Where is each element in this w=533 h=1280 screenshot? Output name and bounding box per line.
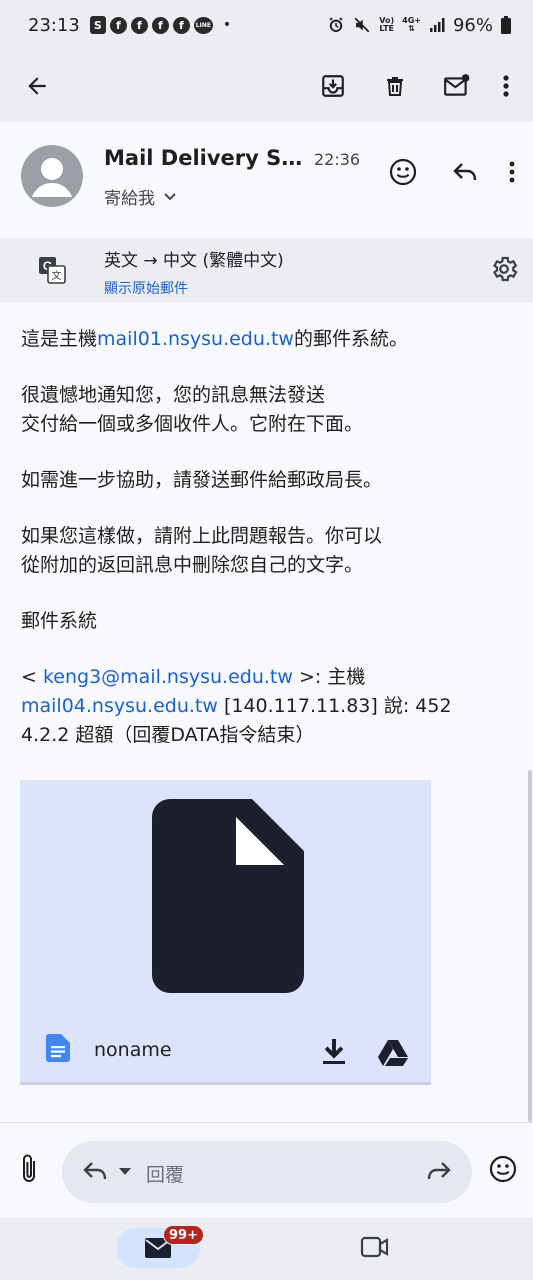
- translate-bar: G 文 英文 → 中文 (繁體中文) 顯示原始郵件: [0, 238, 533, 302]
- status-left: 23:13 S f f f f LINE •: [28, 15, 231, 36]
- attachment-footer: noname: [20, 1026, 431, 1082]
- status-right: Vo) LTE 4G+ ⇅ 96%: [327, 15, 511, 36]
- caret-down-icon[interactable]: [118, 1167, 132, 1176]
- body-text: 如果您這樣做，請附上此問題報告。你可以: [21, 525, 383, 547]
- doc-icon: [46, 1034, 70, 1062]
- mark-unread-icon[interactable]: [431, 64, 483, 108]
- reply-input[interactable]: 回覆: [62, 1141, 472, 1203]
- reply-placeholder: 回覆: [146, 1164, 185, 1186]
- email-link[interactable]: keng3@mail.nsysu.edu.tw: [43, 666, 293, 688]
- forward-icon[interactable]: [426, 1160, 452, 1182]
- facebook-icon: f: [151, 16, 169, 34]
- line-icon: LINE: [193, 16, 213, 34]
- body-text: 這是主機: [21, 328, 98, 350]
- message-body: 這是主機mail01.nsysu.edu.tw的郵件系統。 很遺憾地通知您，您的…: [21, 325, 511, 777]
- more-vert-icon[interactable]: [501, 150, 523, 194]
- message-time: 22:36: [314, 150, 361, 169]
- message-actions: [377, 150, 523, 194]
- body-text: 很遺憾地通知您，您的訊息無法發送: [21, 384, 326, 406]
- attachment-card[interactable]: noname: [20, 780, 431, 1085]
- body-paragraph: 如果您這樣做，請附上此問題報告。你可以 從附加的返回訊息中刪除您自己的文字。: [21, 522, 511, 580]
- recipient-label: 寄給我: [104, 189, 155, 209]
- body-paragraph: 郵件系統: [21, 607, 511, 636]
- svg-text:文: 文: [52, 269, 62, 282]
- reply-icon[interactable]: [82, 1160, 108, 1182]
- data-indicator: 4G+ ⇅: [402, 16, 421, 33]
- volte-indicator: Vo) LTE: [379, 16, 395, 33]
- battery-icon: [501, 16, 511, 34]
- host-link[interactable]: mail01.nsysu.edu.tw: [97, 328, 294, 350]
- status-time: 23:13: [28, 14, 80, 36]
- recipient-toggle[interactable]: 寄給我: [104, 184, 177, 209]
- body-text: 4.2.2 超額（回覆DATA指令結束）: [21, 724, 315, 746]
- body-text: 交付給一個或多個收件人。它附在下面。: [21, 413, 364, 435]
- download-icon[interactable]: [318, 1032, 350, 1072]
- avatar[interactable]: [21, 145, 83, 207]
- host-link[interactable]: mail04.nsysu.edu.tw: [21, 695, 218, 717]
- paperclip-icon[interactable]: [18, 1153, 40, 1185]
- body-text: 從附加的返回訊息中刪除您自己的文字。: [21, 554, 364, 576]
- shopee-icon: S: [89, 16, 106, 34]
- body-text: >: 主機: [292, 666, 366, 688]
- facebook-icon: f: [130, 16, 148, 34]
- facebook-icon: f: [172, 16, 190, 34]
- show-original-link[interactable]: 顯示原始郵件: [104, 278, 188, 298]
- google-translate-icon: G 文: [38, 256, 66, 284]
- status-bar: 23:13 S f f f f LINE • Vo) LTE 4G+ ⇅ 96%: [0, 0, 533, 50]
- bottom-nav: 99+: [0, 1218, 533, 1280]
- mute-icon: [353, 16, 371, 34]
- back-arrow-icon[interactable]: [20, 66, 54, 106]
- drive-icon[interactable]: [376, 1033, 410, 1073]
- signal-icon: [429, 17, 445, 33]
- archive-icon[interactable]: [307, 64, 359, 108]
- emoji-icon[interactable]: [489, 1155, 517, 1183]
- body-paragraph: 如需進一步協助，請發送郵件給郵政局長。: [21, 466, 511, 495]
- message-header: Mail Delivery System 22:36 寄給我: [0, 122, 533, 238]
- attachment-name: noname: [94, 1039, 172, 1061]
- gear-icon[interactable]: [489, 254, 519, 284]
- body-text: [140.117.11.83] 說: 452: [217, 695, 452, 717]
- body-paragraph: < keng3@mail.nsysu.edu.tw >: 主機 mail04.n…: [21, 663, 511, 750]
- facebook-icon: f: [109, 16, 127, 34]
- more-vert-icon[interactable]: [493, 64, 519, 108]
- body-text: 如需進一步協助，請發送郵件給郵政局長。: [21, 469, 383, 491]
- delete-icon[interactable]: [369, 64, 421, 108]
- app-bar: [0, 50, 533, 122]
- unread-badge: 99+: [163, 1225, 204, 1245]
- battery-percent: 96%: [452, 14, 493, 36]
- body-text: 郵件系統: [21, 610, 98, 632]
- body-text: 的郵件系統。: [293, 328, 408, 350]
- reply-icon[interactable]: [439, 150, 491, 194]
- scrollbar[interactable]: [528, 770, 532, 1122]
- body-text: <: [21, 666, 43, 688]
- sender-name[interactable]: Mail Delivery System: [104, 146, 310, 170]
- emoji-icon[interactable]: [377, 150, 429, 194]
- file-icon: [148, 799, 304, 993]
- body-paragraph: 這是主機mail01.nsysu.edu.tw的郵件系統。: [21, 325, 511, 354]
- meet-icon[interactable]: [360, 1236, 390, 1258]
- body-paragraph: 很遺憾地通知您，您的訊息無法發送 交付給一個或多個收件人。它附在下面。: [21, 381, 511, 439]
- chevron-down-icon: [163, 192, 177, 202]
- more-notifications-dot: •: [222, 17, 232, 33]
- translate-languages: 英文 → 中文 (繁體中文): [104, 251, 284, 271]
- app-bar-actions: [307, 64, 519, 108]
- alarm-icon: [327, 16, 345, 34]
- reply-area: 回覆: [0, 1122, 533, 1218]
